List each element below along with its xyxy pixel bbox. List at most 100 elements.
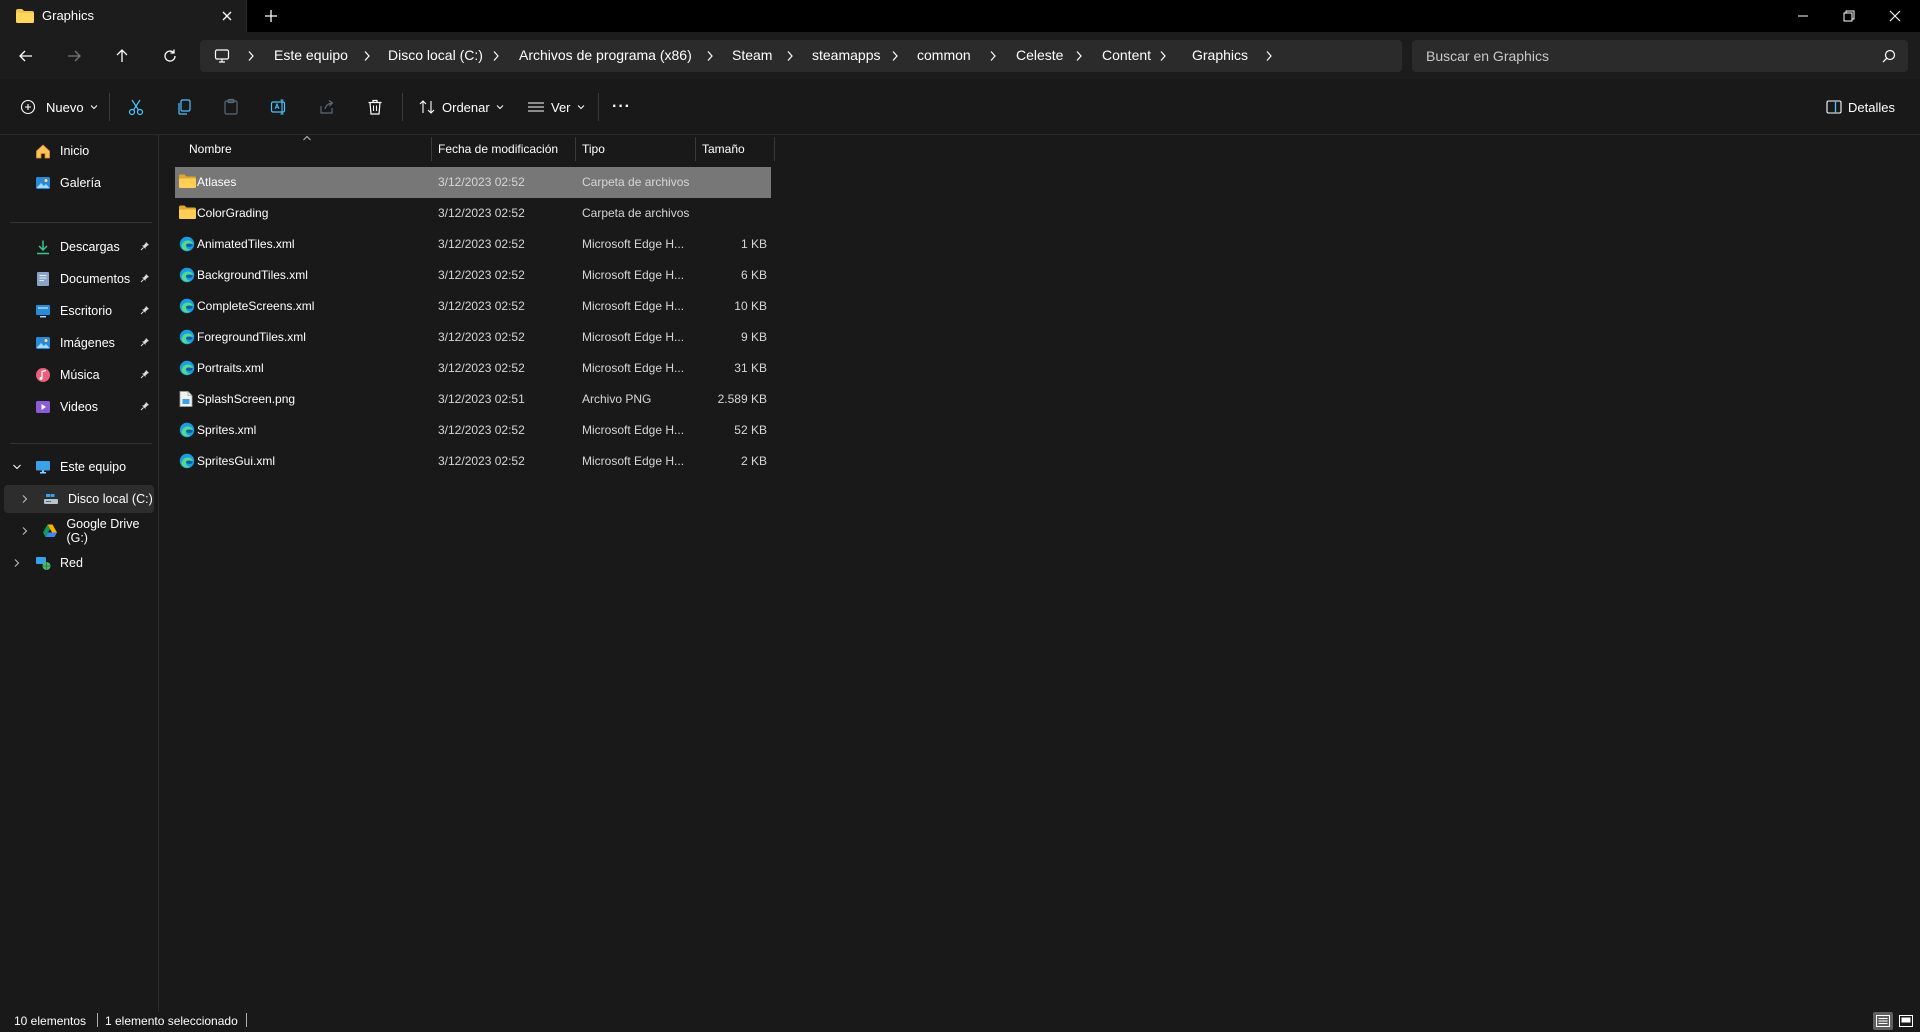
sidebar-item-home[interactable]: Inicio bbox=[0, 137, 156, 165]
chevron-right-icon[interactable] bbox=[12, 558, 22, 568]
breadcrumb-chevron-icon[interactable] bbox=[890, 50, 900, 62]
file-type: Microsoft Edge H... bbox=[582, 268, 685, 282]
sidebar-item-quick-1[interactable]: Documentos bbox=[0, 265, 156, 293]
sidebar-item-quick-4[interactable]: Música bbox=[0, 361, 156, 389]
toolbar-divider bbox=[109, 93, 110, 121]
restore-button[interactable] bbox=[1826, 0, 1872, 32]
column-header-type[interactable]: Tipo bbox=[582, 135, 605, 163]
breadcrumb-chevron-icon[interactable] bbox=[1264, 50, 1274, 62]
column-divider[interactable] bbox=[774, 137, 775, 161]
back-button[interactable] bbox=[10, 40, 42, 72]
file-row[interactable]: SplashScreen.png 3/12/2023 02:51 Archivo P… bbox=[175, 384, 771, 415]
breadcrumb-item[interactable]: Este equipo bbox=[274, 47, 348, 63]
pin-icon[interactable] bbox=[140, 241, 150, 251]
status-divider bbox=[246, 1013, 247, 1027]
file-row[interactable]: Portraits.xml 3/12/2023 02:52 Microsoft Ed… bbox=[175, 353, 771, 384]
share-button[interactable] bbox=[318, 92, 336, 122]
tab-graphics[interactable]: Graphics bbox=[0, 0, 247, 32]
new-label: Nuevo bbox=[46, 99, 84, 115]
file-size: 10 KB bbox=[734, 299, 767, 313]
sidebar-item-drive-c[interactable]: Disco local (C:) bbox=[4, 485, 154, 513]
breadcrumb-chevron-icon[interactable] bbox=[785, 50, 795, 62]
breadcrumb-chevron-icon[interactable] bbox=[705, 50, 715, 62]
delete-button[interactable] bbox=[366, 92, 384, 122]
search-box[interactable]: Buscar en Graphics bbox=[1412, 40, 1908, 72]
file-modified: 3/12/2023 02:52 bbox=[438, 423, 525, 437]
new-button[interactable]: Nuevo bbox=[20, 92, 98, 122]
sidebar-item-drive-g[interactable]: Google Drive (G:) bbox=[0, 517, 156, 545]
view-button[interactable]: Ver bbox=[527, 92, 585, 122]
file-row[interactable]: Atlases 3/12/2023 02:52 Carpeta de archivo… bbox=[175, 167, 771, 198]
breadcrumb-item[interactable]: steamapps bbox=[812, 47, 880, 63]
chevron-down-icon[interactable] bbox=[12, 462, 22, 472]
breadcrumb-chevron-icon[interactable] bbox=[1074, 50, 1084, 62]
chevron-right-icon[interactable] bbox=[20, 526, 30, 536]
file-type: Archivo PNG bbox=[582, 392, 652, 406]
breadcrumb-chevron-icon[interactable] bbox=[491, 50, 501, 62]
column-divider[interactable] bbox=[431, 137, 432, 161]
breadcrumb-item[interactable]: Celeste bbox=[1016, 47, 1063, 63]
pin-icon[interactable] bbox=[140, 273, 150, 283]
column-divider[interactable] bbox=[575, 137, 576, 161]
minimize-button[interactable] bbox=[1780, 0, 1826, 32]
forward-button[interactable] bbox=[58, 40, 90, 72]
pin-icon[interactable] bbox=[140, 337, 150, 347]
sidebar-item-this-pc[interactable]: Este equipo bbox=[0, 453, 156, 481]
refresh-button[interactable] bbox=[154, 40, 186, 72]
file-row[interactable]: ForegroundTiles.xml 3/12/2023 02:52 Micros… bbox=[175, 322, 771, 353]
column-divider[interactable] bbox=[695, 137, 696, 161]
breadcrumb-item[interactable]: Archivos de programa (x86) bbox=[519, 47, 692, 63]
breadcrumb-item[interactable]: Steam bbox=[732, 47, 772, 63]
sidebar-item-quick-0[interactable]: Descargas bbox=[0, 233, 156, 261]
breadcrumb-item[interactable]: Graphics bbox=[1192, 47, 1248, 63]
file-row[interactable]: SpritesGui.xml 3/12/2023 02:52 Microsoft E… bbox=[175, 446, 771, 477]
breadcrumb-chevron-icon[interactable] bbox=[1158, 50, 1168, 62]
large-icons-view-button[interactable] bbox=[1896, 1012, 1916, 1030]
computer-icon bbox=[214, 48, 230, 64]
search-input[interactable]: Buscar en Graphics bbox=[1426, 48, 1549, 64]
chevron-right-icon[interactable] bbox=[20, 494, 30, 504]
cut-button[interactable] bbox=[127, 92, 145, 122]
sidebar-item-network[interactable]: Red bbox=[0, 549, 156, 577]
more-options-button[interactable]: ··· bbox=[612, 92, 631, 122]
close-window-button[interactable] bbox=[1872, 0, 1918, 32]
copy-button[interactable] bbox=[175, 92, 193, 122]
address-bar[interactable]: Este equipo Disco local (C:) Archivos de p… bbox=[200, 40, 1402, 72]
column-header-modified[interactable]: Fecha de modificación bbox=[438, 135, 558, 163]
breadcrumb-item[interactable]: common bbox=[917, 47, 971, 63]
column-header-size[interactable]: Tamaño bbox=[702, 135, 745, 163]
pin-icon[interactable] bbox=[140, 305, 150, 315]
breadcrumb-item[interactable]: Disco local (C:) bbox=[388, 47, 483, 63]
column-header-name[interactable]: Nombre bbox=[189, 135, 232, 163]
new-tab-button[interactable] bbox=[262, 7, 280, 25]
file-row[interactable]: BackgroundTiles.xml 3/12/2023 02:52 Micros… bbox=[175, 260, 771, 291]
sidebar-item-quick-3[interactable]: Imágenes bbox=[0, 329, 156, 357]
pin-icon[interactable] bbox=[140, 401, 150, 411]
breadcrumb-item[interactable]: Content bbox=[1102, 47, 1151, 63]
sidebar-divider bbox=[10, 443, 152, 444]
file-row[interactable]: Sprites.xml 3/12/2023 02:52 Microsoft Edge… bbox=[175, 415, 771, 446]
file-modified: 3/12/2023 02:52 bbox=[438, 206, 525, 220]
sidebar-item-gallery[interactable]: Galería bbox=[0, 169, 156, 197]
breadcrumb-chevron-icon[interactable] bbox=[362, 50, 372, 62]
breadcrumb-chevron-icon[interactable] bbox=[246, 50, 256, 62]
details-view-button[interactable] bbox=[1873, 1012, 1893, 1030]
rename-button[interactable] bbox=[270, 92, 288, 122]
paste-button[interactable] bbox=[222, 92, 240, 122]
sidebar-item-label: Inicio bbox=[60, 144, 90, 158]
download-icon bbox=[34, 238, 52, 256]
sidebar-item-quick-5[interactable]: Videos bbox=[0, 393, 156, 421]
sidebar-item-label: Videos bbox=[60, 400, 98, 414]
breadcrumb-chevron-icon[interactable] bbox=[988, 50, 998, 62]
command-bar: Nuevo Ordenar Ver ··· Detalles bbox=[0, 79, 1920, 135]
file-row[interactable]: ColorGrading 3/12/2023 02:52 Carpeta de ar… bbox=[175, 198, 771, 229]
sort-button[interactable]: Ordenar bbox=[418, 92, 504, 122]
details-button[interactable]: Detalles bbox=[1826, 92, 1895, 122]
sidebar-item-quick-2[interactable]: Escritorio bbox=[0, 297, 156, 325]
file-row[interactable]: AnimatedTiles.xml 3/12/2023 02:52 Microsof… bbox=[175, 229, 771, 260]
up-button[interactable] bbox=[106, 40, 138, 72]
pin-icon[interactable] bbox=[140, 369, 150, 379]
close-tab-icon[interactable] bbox=[218, 7, 236, 25]
file-row[interactable]: CompleteScreens.xml 3/12/2023 02:52 Micros… bbox=[175, 291, 771, 322]
selection-count: 1 elemento seleccionado bbox=[105, 1014, 238, 1028]
